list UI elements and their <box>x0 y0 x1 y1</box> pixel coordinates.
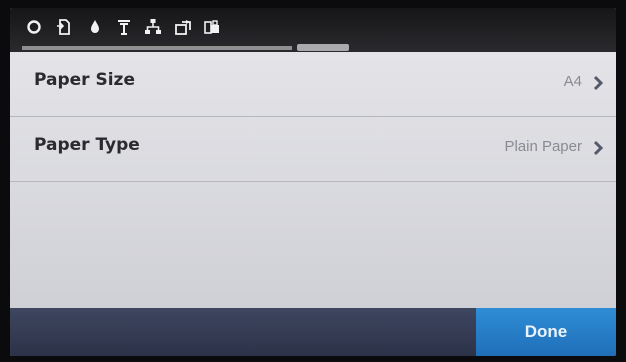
chevron-right-icon <box>593 140 604 156</box>
toolbar-underline <box>22 46 292 50</box>
printer-apps-icon[interactable] <box>202 17 222 37</box>
wireless-signal-icon[interactable] <box>114 17 134 37</box>
paper-size-row[interactable]: Paper Size A4 <box>10 52 616 117</box>
printer-touchscreen: Paper Size A4 Paper Type Plain Paper Don… <box>10 8 616 356</box>
chevron-right-icon <box>593 75 604 91</box>
drawer-handle[interactable] <box>297 44 349 51</box>
paper-type-value: Plain Paper <box>504 138 582 155</box>
settings-list: Paper Size A4 Paper Type Plain Paper <box>10 52 616 308</box>
document-icon[interactable] <box>54 17 74 37</box>
paper-size-value: A4 <box>563 73 582 90</box>
network-icon[interactable] <box>143 17 163 37</box>
paper-type-label: Paper Type <box>34 135 140 155</box>
paper-size-label: Paper Size <box>34 70 135 90</box>
done-button[interactable]: Done <box>476 308 616 356</box>
paper-type-row[interactable]: Paper Type Plain Paper <box>10 117 616 182</box>
ink-drop-icon[interactable] <box>85 17 105 37</box>
status-toolbar <box>10 8 616 52</box>
setup-gear-icon[interactable] <box>24 17 44 37</box>
bottom-action-bar: Done <box>10 308 616 356</box>
web-services-icon[interactable] <box>173 17 193 37</box>
